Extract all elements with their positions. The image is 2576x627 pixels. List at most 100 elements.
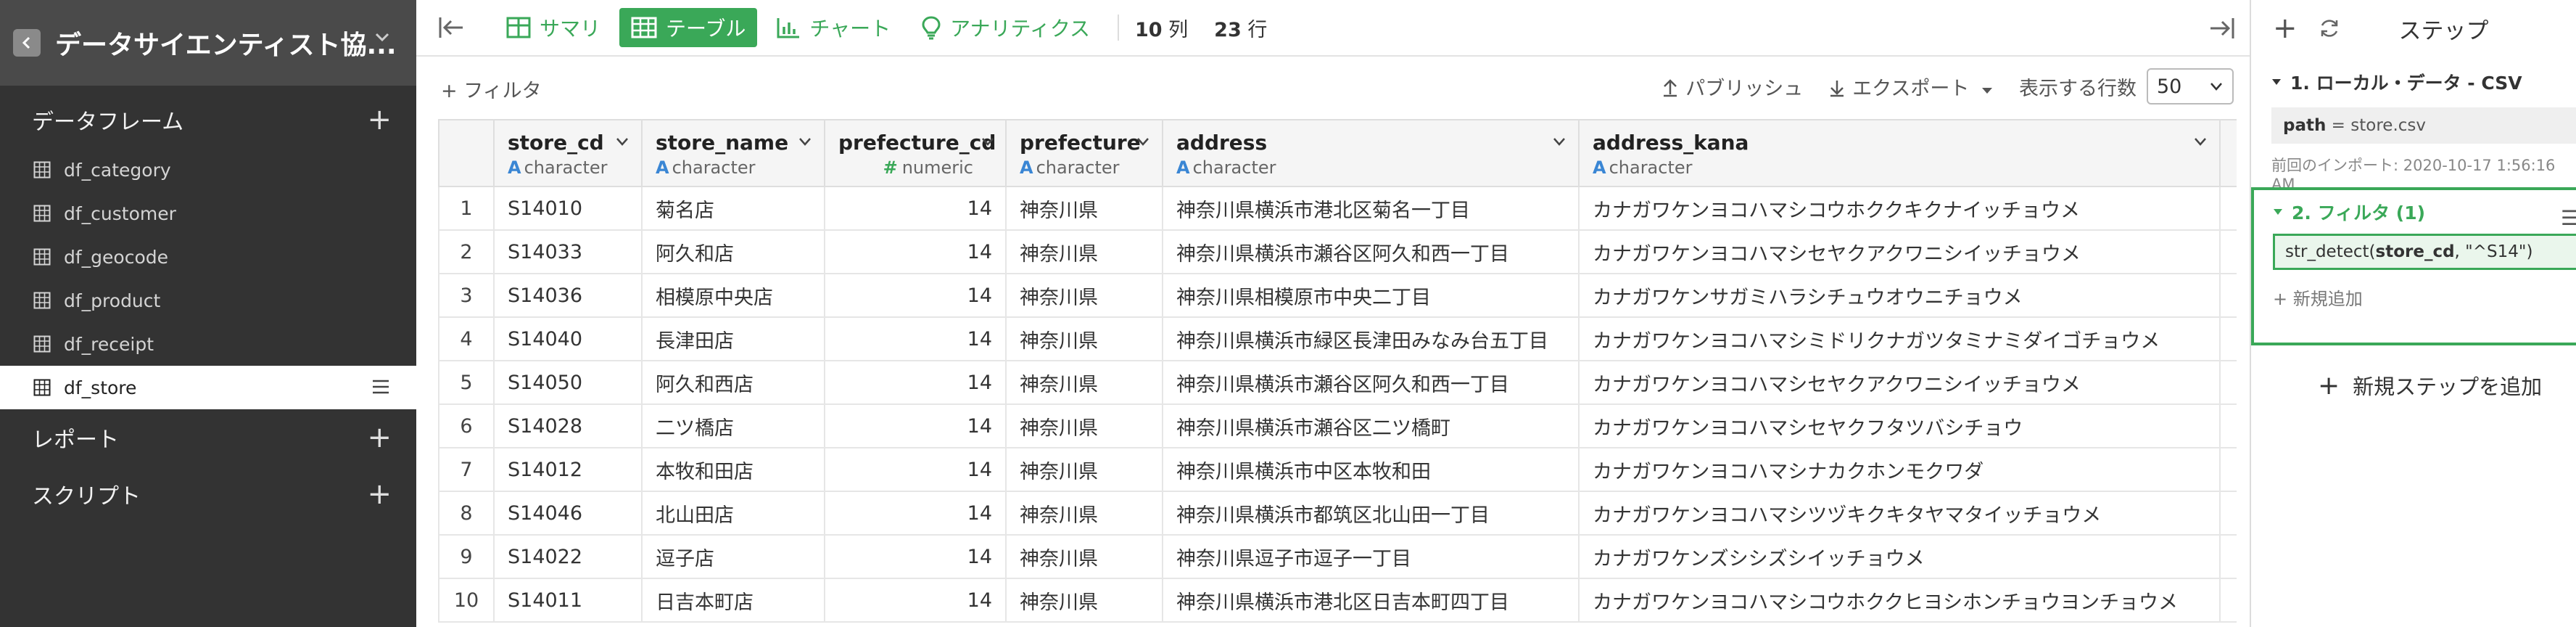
column-header-store-cd[interactable]: store_cd Acharacter xyxy=(493,119,643,187)
publish-label: パブリッシュ xyxy=(1685,77,1804,100)
table-cell-truncated xyxy=(2219,447,2237,492)
row-index: 4 xyxy=(438,316,495,361)
add-report-icon[interactable]: + xyxy=(367,423,392,452)
sidebar-item-df-receipt[interactable]: df_receipt xyxy=(0,322,416,366)
step-filter[interactable]: 2. フィルタ (1) ☰ str_detect(store_cd, "^S14… xyxy=(2251,187,2576,345)
chevron-down-icon[interactable] xyxy=(981,136,995,147)
chevron-down-icon xyxy=(2210,83,2222,91)
table-cell: 菊名店 xyxy=(641,186,825,231)
table-cell: 神奈川県 xyxy=(1005,360,1163,405)
table-cell: カナガワケンヨコハマシコウホククキクナイッチョウメ xyxy=(1578,186,2221,231)
step-menu-icon[interactable]: ☰ xyxy=(2561,206,2576,230)
reports-section: レポート + xyxy=(0,409,416,466)
sidebar-item-df-geocode[interactable]: df_geocode xyxy=(0,235,416,279)
table-cell: 神奈川県 xyxy=(1005,447,1163,492)
dataframes-section: データフレーム + xyxy=(0,91,416,148)
step-csv[interactable]: 1. ローカル・データ - CSV path = store.csv 前回のイン… xyxy=(2251,62,2576,193)
project-header[interactable]: データサイエンティスト協... xyxy=(0,0,416,86)
column-header-address-kana[interactable]: address_kana Acharacter xyxy=(1578,119,2221,187)
chevron-down-icon[interactable] xyxy=(798,136,812,147)
tab-analytics[interactable]: アナリティクス xyxy=(909,8,1102,47)
table-icon xyxy=(33,335,51,353)
row-index-header xyxy=(438,119,495,187)
column-count-unit: 列 xyxy=(1168,18,1189,41)
chevron-down-icon[interactable] xyxy=(2193,136,2208,147)
collapse-left-icon[interactable] xyxy=(438,15,466,40)
filter-condition[interactable]: str_detect(store_cd, "^S14") xyxy=(2273,234,2576,270)
toolbar: サマリ テーブル チャート アナリティクス 10 列 23 行 xyxy=(416,0,2250,57)
character-type-icon: A xyxy=(656,157,669,178)
add-filter-button[interactable]: + フィルタ xyxy=(441,75,542,103)
table-row: 3 S14036 相模原中央店 14 神奈川県 神奈川県相模原市中央二丁目 カナガワケンサガ… xyxy=(438,273,2237,318)
column-type-label: character xyxy=(1036,157,1120,178)
table-cell: 14 xyxy=(824,578,1007,623)
table-row: 8 S14046 北山田店 14 神奈川県 神奈川県横浜市都筑区北山田一丁目 カナガワケンヨ… xyxy=(438,491,2237,536)
column-type: Acharacter xyxy=(1176,157,1565,178)
table-cell: カナガワケンヨコハマシツヅキクキタヤマタイッチョウメ xyxy=(1578,491,2221,536)
tab-table[interactable]: テーブル xyxy=(619,8,758,47)
caret-down-icon xyxy=(2274,209,2282,215)
row-index: 10 xyxy=(438,578,495,623)
tab-chart[interactable]: チャート xyxy=(764,8,902,47)
table-cell: S14046 xyxy=(493,491,643,536)
column-header-truncated[interactable] xyxy=(2219,119,2237,187)
menu-icon[interactable] xyxy=(371,379,390,395)
add-script-icon[interactable]: + xyxy=(367,480,392,509)
refresh-icon[interactable] xyxy=(2318,17,2341,40)
row-index: 9 xyxy=(438,534,495,579)
sidebar-item-df-customer[interactable]: df_customer xyxy=(0,192,416,235)
table-icon xyxy=(631,17,657,38)
add-dataframe-icon[interactable]: + xyxy=(367,105,392,134)
chevron-down-icon[interactable] xyxy=(1136,136,1150,147)
add-new-step-button[interactable]: + 新規ステップを追加 xyxy=(2318,370,2542,401)
collapse-right-icon[interactable] xyxy=(2208,16,2235,41)
table-row: 1 S14010 菊名店 14 神奈川県 神奈川県横浜市港北区菊名一丁目 カナガワケンヨコハ… xyxy=(438,186,2237,231)
table-cell: 逗子店 xyxy=(641,534,825,579)
rows-display-label: 表示する行数 xyxy=(2019,77,2137,100)
sidebar-item-df-store[interactable]: df_store xyxy=(0,366,416,409)
chevron-down-icon[interactable] xyxy=(1552,136,1566,147)
table-cell-truncated xyxy=(2219,229,2237,274)
table-cell: S14028 xyxy=(493,403,643,448)
column-type: Acharacter xyxy=(508,157,628,178)
column-name: address_kana xyxy=(1593,131,1749,155)
table-cell: カナガワケンヨコハマシミドリクナガツタミナミダイゴチョウメ xyxy=(1578,316,2221,361)
plus-icon: + xyxy=(2318,370,2340,401)
step-csv-title: 1. ローカル・データ - CSV xyxy=(2271,62,2576,102)
table-icon xyxy=(33,379,51,396)
column-type-label: character xyxy=(1192,157,1276,178)
add-new-condition-button[interactable]: + 新規追加 xyxy=(2273,284,2576,310)
table-header-row: store_cd Acharacter store_name Acharacter pr… xyxy=(438,119,2237,187)
table-cell: 14 xyxy=(824,273,1007,318)
column-type: Acharacter xyxy=(656,157,811,178)
chevron-down-icon[interactable] xyxy=(615,136,629,147)
row-index: 2 xyxy=(438,229,495,274)
column-header-prefecture-cd[interactable]: prefecture_cd # numeric xyxy=(824,119,1007,187)
table-cell-truncated xyxy=(2219,273,2237,318)
sidebar-item-label: df_store xyxy=(64,377,137,398)
column-header-prefecture[interactable]: prefecture Acharacter xyxy=(1005,119,1163,187)
table-cell: S14050 xyxy=(493,360,643,405)
table-row: 9 S14022 逗子店 14 神奈川県 神奈川県逗子市逗子一丁目 カナガワケンズシシズシイ… xyxy=(438,534,2237,579)
sidebar-item-df-category[interactable]: df_category xyxy=(0,148,416,192)
back-button[interactable] xyxy=(13,29,41,57)
export-button[interactable]: エクスポート xyxy=(1829,73,1993,101)
table-cell: S14011 xyxy=(493,578,643,623)
chevron-down-icon[interactable] xyxy=(373,28,392,46)
column-header-store-name[interactable]: store_name Acharacter xyxy=(641,119,825,187)
grid-icon xyxy=(506,17,531,38)
table-row: 6 S14028 二ツ橋店 14 神奈川県 神奈川県横浜市瀬谷区二ツ橋町 カナガワケンヨコハ… xyxy=(438,403,2237,448)
rows-display-select[interactable]: 50 xyxy=(2147,68,2234,104)
publish-button[interactable]: パブリッシュ xyxy=(1662,73,1803,101)
table-subbar: + フィルタ パブリッシュ エクスポート 表示する行数 50 xyxy=(416,58,2250,119)
tab-summary[interactable]: サマリ xyxy=(495,8,612,47)
table-cell: カナガワケンズシシズシイッチョウメ xyxy=(1578,534,2221,579)
table-cell: S14040 xyxy=(493,316,643,361)
add-step-icon[interactable]: + xyxy=(2273,12,2298,45)
sidebar-item-df-product[interactable]: df_product xyxy=(0,279,416,322)
column-header-address[interactable]: address Acharacter xyxy=(1162,119,1580,187)
row-index: 3 xyxy=(438,273,495,318)
table-cell: 14 xyxy=(824,316,1007,361)
row-index: 7 xyxy=(438,447,495,492)
add-new-step-label: 新規ステップを追加 xyxy=(2353,374,2543,399)
